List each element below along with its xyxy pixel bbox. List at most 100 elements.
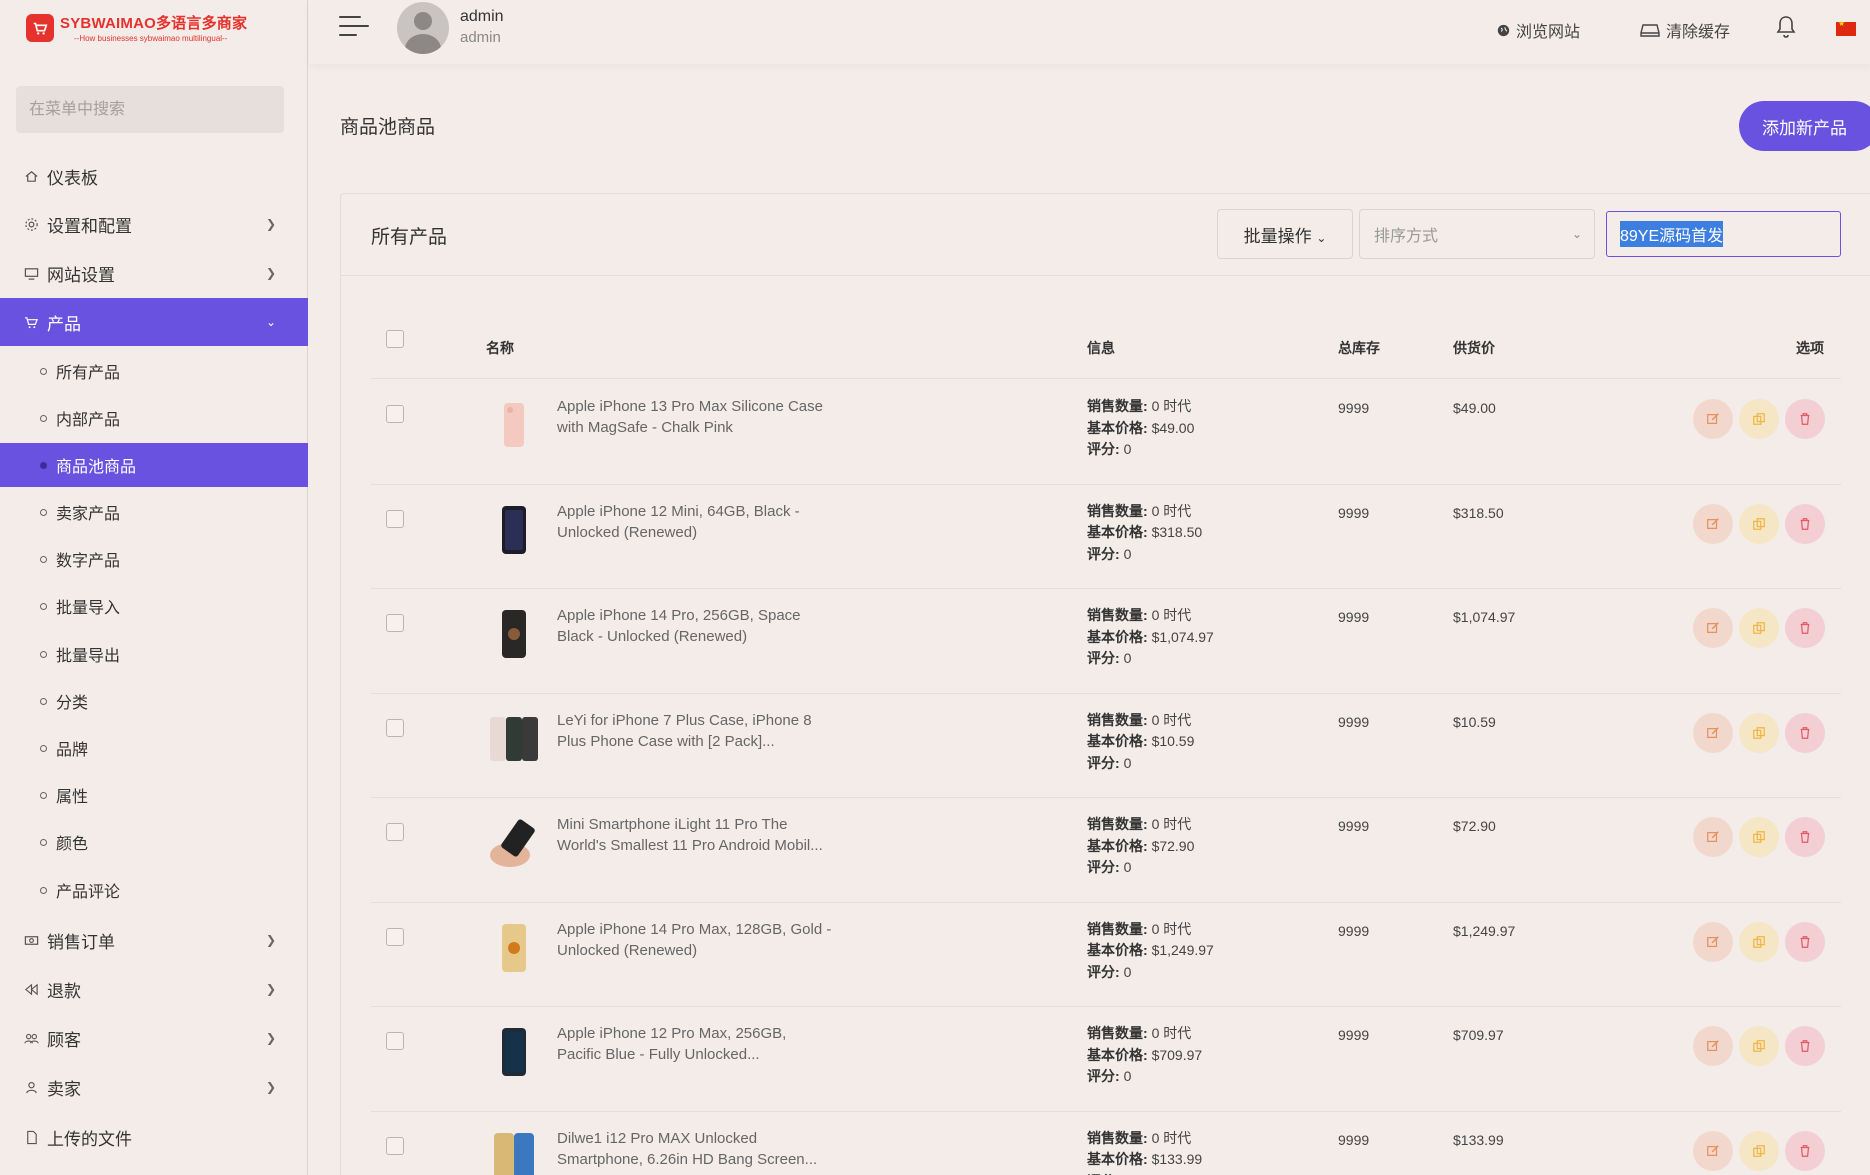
china-flag-icon[interactable] <box>1836 19 1856 36</box>
edit-button[interactable] <box>1693 399 1733 439</box>
edit-button[interactable] <box>1693 921 1733 962</box>
edit-icon <box>1707 1144 1719 1156</box>
sidebar-subitem-label: 内部产品 <box>56 412 121 429</box>
base-price-label: 基本价格: <box>1087 419 1148 436</box>
sidebar-item-settings[interactable]: 设置和配置 ❯ <box>0 200 308 248</box>
supply-price-value: $1,249.97 <box>1453 922 1516 939</box>
delete-button[interactable] <box>1785 712 1825 753</box>
edit-button[interactable] <box>1693 1130 1733 1171</box>
sidebar-item-sales-orders[interactable]: 销售订单 ❯ <box>0 916 308 964</box>
sidebar-item-products[interactable]: 产品 ⌄ <box>0 298 308 346</box>
row-checkbox[interactable] <box>386 614 404 632</box>
sidebar-subitem-all-products[interactable]: 所有产品 <box>0 349 308 393</box>
product-thumbnail[interactable] <box>486 920 542 976</box>
users-icon <box>23 1030 39 1046</box>
edit-button[interactable] <box>1693 503 1733 544</box>
product-thumbnail[interactable] <box>486 1024 542 1080</box>
stock-value: 9999 <box>1338 609 1370 625</box>
menu-toggle-icon[interactable] <box>339 16 369 42</box>
sidebar-subitem-attributes[interactable]: 属性 <box>0 773 308 817</box>
base-price-value: $709.97 <box>1151 1046 1203 1063</box>
product-thumbnail[interactable] <box>486 815 542 871</box>
delete-button[interactable] <box>1785 503 1825 544</box>
clear-cache-button[interactable]: 清除缓存 <box>1640 18 1730 42</box>
duplicate-button[interactable] <box>1739 608 1779 648</box>
product-name[interactable]: Mini Smartphone iLight 11 Pro The World's… <box>557 814 847 856</box>
delete-button[interactable] <box>1785 817 1825 857</box>
delete-button[interactable] <box>1785 1026 1825 1066</box>
avatar[interactable] <box>397 2 449 54</box>
product-name[interactable]: Apple iPhone 12 Pro Max, 256GB, Pacific B… <box>557 1023 847 1065</box>
duplicate-button[interactable] <box>1739 921 1779 962</box>
product-name[interactable]: Apple iPhone 14 Pro Max, 128GB, Gold - Un… <box>557 919 847 961</box>
duplicate-button[interactable] <box>1739 503 1779 544</box>
product-search-input[interactable]: 89YE源码首发 <box>1606 211 1841 257</box>
sidebar-subitem-brands[interactable]: 品牌 <box>0 726 308 770</box>
bulk-action-button[interactable]: 批量操作 ⌄ <box>1217 209 1353 259</box>
search-value: 89YE源码首发 <box>1620 221 1724 247</box>
menu-search-input[interactable] <box>16 86 284 133</box>
product-name[interactable]: Apple iPhone 14 Pro, 256GB, Space Black -… <box>557 605 847 647</box>
edit-button[interactable] <box>1693 1026 1733 1066</box>
product-thumbnail[interactable] <box>486 606 542 662</box>
sidebar-item-uploaded-files[interactable]: 上传的文件 <box>0 1113 308 1161</box>
delete-button[interactable] <box>1785 608 1825 648</box>
duplicate-button[interactable] <box>1739 1130 1779 1171</box>
edit-icon <box>1707 413 1719 424</box>
logo[interactable]: SYBWAIMAO多语言多商家 --How businesses sybwaim… <box>26 12 247 43</box>
sidebar-subitem-bulk-import[interactable]: 批量导入 <box>0 584 308 628</box>
divider <box>371 797 1841 798</box>
sidebar-item-sellers[interactable]: 卖家 ❯ <box>0 1063 308 1111</box>
row-checkbox[interactable] <box>386 1032 404 1050</box>
sales-label: 销售数量: <box>1087 711 1148 728</box>
sidebar-item-website[interactable]: 网站设置 ❯ <box>0 249 308 297</box>
browse-site-link[interactable]: 浏览网站 <box>1497 18 1580 42</box>
sort-select[interactable]: 排序方式 ⌄ <box>1359 209 1595 259</box>
duplicate-button[interactable] <box>1739 1026 1779 1066</box>
sidebar-subitem-product-reviews[interactable]: 产品评论 <box>0 868 308 912</box>
sidebar-subitem-colors[interactable]: 颜色 <box>0 820 308 864</box>
edit-button[interactable] <box>1693 712 1733 753</box>
rating-value: 0 <box>1123 963 1132 980</box>
sidebar-item-refunds[interactable]: 退款 ❯ <box>0 965 308 1013</box>
product-thumbnail[interactable] <box>486 711 542 767</box>
sidebar-subitem-bulk-export[interactable]: 批量导出 <box>0 632 308 676</box>
row-checkbox[interactable] <box>386 823 404 841</box>
row-checkbox[interactable] <box>386 1136 404 1155</box>
row-checkbox[interactable] <box>386 718 404 737</box>
duplicate-button[interactable] <box>1739 817 1779 857</box>
duplicate-button[interactable] <box>1739 712 1779 753</box>
select-all-checkbox[interactable] <box>386 330 404 348</box>
product-name-line: Apple iPhone 13 Pro Max Silicone Case <box>557 398 823 415</box>
delete-button[interactable] <box>1785 1130 1825 1171</box>
product-name[interactable]: Apple iPhone 13 Pro Max Silicone Case wit… <box>557 396 847 438</box>
product-thumbnail[interactable] <box>486 1129 542 1175</box>
edit-button[interactable] <box>1693 608 1733 648</box>
sales-value: 0 时代 <box>1151 398 1192 414</box>
card-header: 所有产品 批量操作 ⌄ 排序方式 ⌄ 89YE源码首发 <box>341 194 1870 276</box>
trash-icon <box>1800 831 1810 843</box>
row-checkbox[interactable] <box>386 405 404 423</box>
sidebar-item-dashboard[interactable]: 仪表板 <box>0 152 308 200</box>
product-name[interactable]: Dilwe1 i12 Pro MAX Unlocked Smartphone, 6… <box>557 1128 847 1170</box>
sidebar-item-customers[interactable]: 顾客 ❯ <box>0 1014 308 1062</box>
sidebar-subitem-pool-products[interactable]: 商品池商品 <box>0 443 308 487</box>
divider <box>371 378 1841 379</box>
product-thumbnail[interactable] <box>486 502 542 558</box>
bell-icon[interactable] <box>1776 15 1796 39</box>
sidebar-subitem-categories[interactable]: 分类 <box>0 679 308 723</box>
delete-button[interactable] <box>1785 399 1825 439</box>
edit-button[interactable] <box>1693 817 1733 857</box>
add-new-product-button[interactable]: 添加新产品 <box>1739 101 1870 151</box>
product-name[interactable]: Apple iPhone 12 Mini, 64GB, Black - Unloc… <box>557 501 847 543</box>
row-checkbox[interactable] <box>386 927 404 946</box>
sidebar-subitem-inhouse-products[interactable]: 内部产品 <box>0 396 308 440</box>
rewind-icon <box>23 981 39 997</box>
row-checkbox[interactable] <box>386 509 404 528</box>
delete-button[interactable] <box>1785 921 1825 962</box>
sidebar-subitem-digital-products[interactable]: 数字产品 <box>0 537 308 581</box>
sidebar-subitem-seller-products[interactable]: 卖家产品 <box>0 490 308 534</box>
duplicate-button[interactable] <box>1739 399 1779 439</box>
product-name[interactable]: LeYi for iPhone 7 Plus Case, iPhone 8 Plu… <box>557 710 847 752</box>
product-thumbnail[interactable] <box>486 397 542 453</box>
